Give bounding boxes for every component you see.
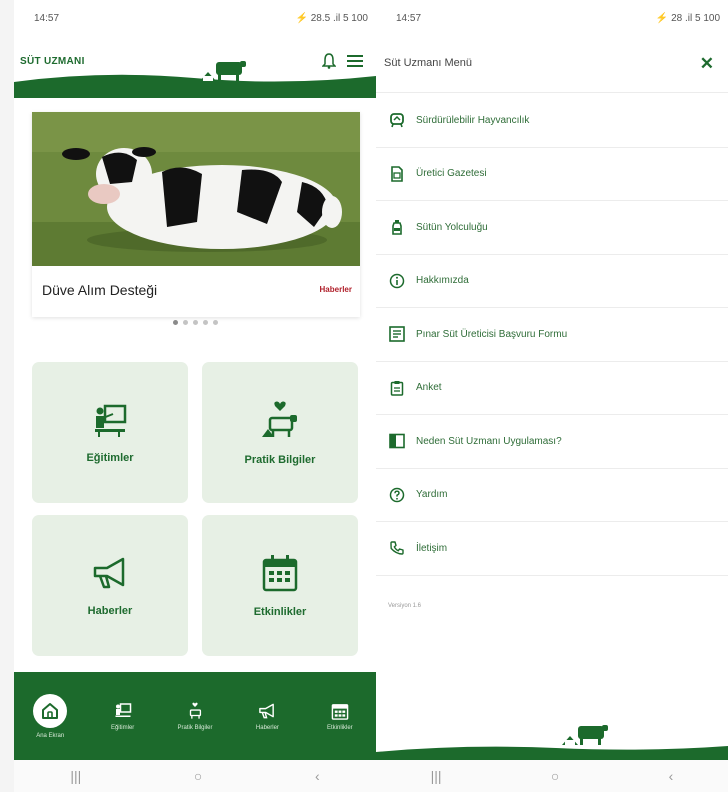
bottom-nav-label: Etkinlikler [326,724,353,731]
slide-title: Düve Alım Desteği [42,282,158,298]
pagination-dot[interactable] [202,320,208,325]
pagination-dot[interactable] [192,320,198,325]
status-indicators: ⚡ 28.5 .il 5 100 [295,12,369,24]
close-icon[interactable]: ✕ [700,54,714,74]
help-icon [388,486,406,504]
slide-category-tag: Haberler [319,285,352,294]
newspaper-icon [388,165,406,183]
slider-pagination[interactable] [14,320,376,325]
tile-label: Pratik Bilgiler [244,453,316,466]
tile-label: Eğitimler [86,451,134,464]
system-navigation-bar: ||| ○ ‹ [376,760,728,792]
pagination-dot[interactable] [182,320,188,325]
home-screen: 14:57 ⚡ 28.5 .il 5 100 SÜT UZMANI Düve A… [14,0,376,792]
news-slider-card[interactable]: Düve Alım Desteği Haberler [32,112,360,317]
menu-item-label: Neden Süt Uzmanı Uygulaması? [416,435,562,447]
status-time: 14:57 [396,12,422,24]
cow-heart-icon [189,702,202,719]
calendar-icon [331,703,349,720]
bottom-nav-haberler[interactable]: Haberler [231,672,303,760]
menu-title: Süt Uzmanı Menü [384,57,473,69]
tile-etkinlikler[interactable]: Etkinlikler [202,515,358,656]
book-icon [388,432,406,450]
info-icon [388,272,406,290]
bottom-navigation: Ana Ekran Eğitimler Pratik Bilgiler Habe… [14,672,376,760]
menu-item-hakkimizda[interactable]: Hakkımızda [376,255,728,308]
bottom-nav-label: Haberler [255,724,279,731]
menu-item-basvuru-formu[interactable]: Pınar Süt Üreticisi Başvuru Formu [376,308,728,362]
recents-icon[interactable]: ||| [431,768,442,784]
calendar-icon [262,554,298,591]
status-indicators: ⚡ 28 .il 5 100 [655,12,720,24]
menu-item-surdurulebilir[interactable]: Sürdürülebilir Hayvancılık [376,94,728,148]
bottom-nav-egitimler[interactable]: Eğitimler [86,672,158,760]
phone-icon [388,539,406,557]
bottom-nav-home[interactable]: Ana Ekran [14,672,86,760]
teacher-board-icon [115,702,131,717]
menu-item-label: İletişim [416,542,448,554]
bottom-nav-etkinlikler[interactable]: Etkinlikler [304,672,376,760]
status-bar: 14:57 ⚡ 28.5 .il 5 100 [14,0,376,36]
tile-haberler[interactable]: Haberler [32,515,188,656]
tile-pratik-bilgiler[interactable]: Pratik Bilgiler [202,362,358,503]
menu-footer-wave [376,725,728,760]
tile-label: Etkinlikler [253,605,307,618]
cow-photo [32,112,360,266]
milk-bottle-icon [388,218,406,236]
sustainability-icon [388,111,406,129]
teacher-board-icon [95,404,127,437]
bottom-nav-label: Pratik Bilgiler [177,724,213,731]
menu-item-label: Hakkımızda [416,275,469,287]
menu-item-label: Üretici Gazetesi [416,168,487,180]
bottom-nav-pratik-bilgiler[interactable]: Pratik Bilgiler [159,672,231,760]
home-circle-icon[interactable]: ○ [551,768,559,784]
megaphone-icon [259,703,275,718]
home-icon [42,702,59,719]
status-time: 14:57 [34,12,60,24]
menu-item-label: Pınar Süt Üreticisi Başvuru Formu [416,328,568,340]
back-icon[interactable]: ‹ [669,768,674,784]
pagination-dot[interactable] [172,320,178,325]
menu-screen: 14:57 ⚡ 28 .il 5 100 Süt Uzmanı Menü ✕ S… [376,0,728,792]
menu-item-label: Sütün Yolculuğu [416,221,488,233]
cow-heart-icon [262,401,297,437]
tile-egitimler[interactable]: Eğitimler [32,362,188,503]
home-circle-icon[interactable]: ○ [194,768,202,784]
megaphone-icon [93,557,125,588]
menu-list: Sürdürülebilir Hayvancılık Üretici Gazet… [376,94,728,576]
clipboard-icon [388,379,406,397]
bottom-nav-label: Ana Ekran [36,732,65,739]
menu-item-sutun-yolculugu[interactable]: Sütün Yolculuğu [376,201,728,255]
menu-item-neden-sut-uzmani[interactable]: Neden Süt Uzmanı Uygulaması? [376,415,728,469]
app-brand: SÜT UZMANI [20,56,85,67]
menu-item-yardim[interactable]: Yardım [376,469,728,522]
menu-item-label: Sürdürülebilir Hayvancılık [416,114,530,126]
pagination-dot[interactable] [212,320,218,325]
farm-logo-icon [200,61,246,81]
app-header: SÜT UZMANI [14,36,376,98]
system-navigation-bar: ||| ○ ‹ [14,760,376,792]
menu-item-anket[interactable]: Anket [376,362,728,415]
bell-icon[interactable] [318,50,340,72]
status-bar: 14:57 ⚡ 28 .il 5 100 [376,0,728,36]
recents-icon[interactable]: ||| [70,768,81,784]
form-icon [388,325,406,343]
farm-logo-icon [562,725,608,745]
version-label: Versiyon 1.6 [388,603,422,609]
menu-item-label: Anket [416,382,442,394]
hamburger-menu-icon[interactable] [344,50,366,72]
menu-item-label: Yardım [416,489,448,501]
bottom-nav-label: Eğitimler [110,724,135,731]
tile-label: Haberler [87,604,133,617]
menu-item-uretici-gazetesi[interactable]: Üretici Gazetesi [376,148,728,201]
menu-item-iletisim[interactable]: İletişim [376,522,728,576]
menu-header: Süt Uzmanı Menü ✕ [376,36,728,93]
back-icon[interactable]: ‹ [315,768,320,784]
